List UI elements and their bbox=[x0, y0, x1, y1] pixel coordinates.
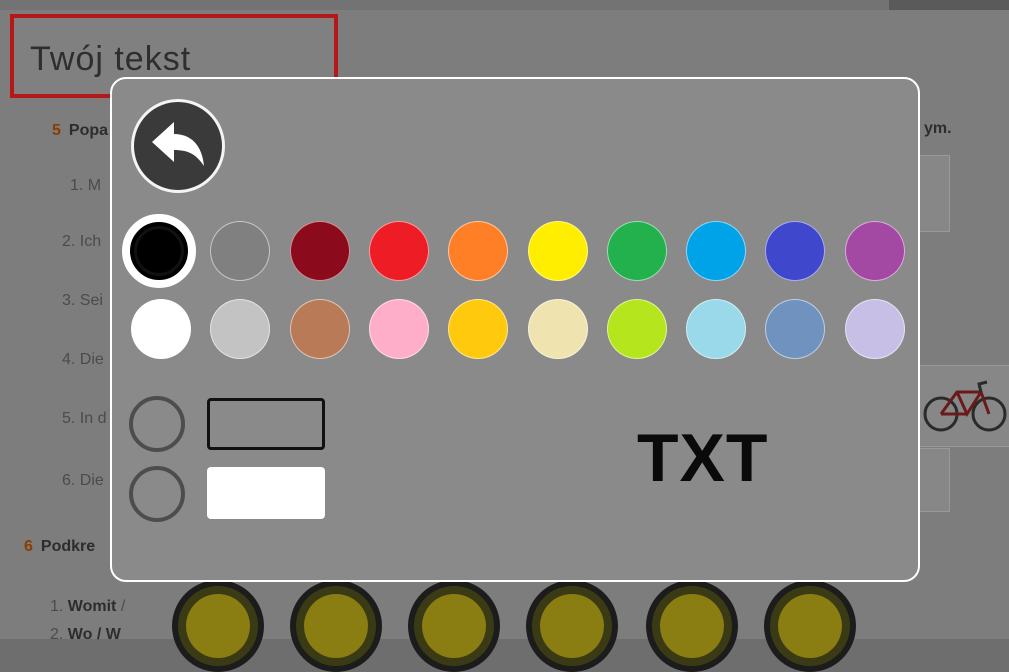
color-swatch[interactable] bbox=[368, 299, 429, 359]
text-style-dialog: TXT bbox=[110, 77, 920, 582]
item-number: 1. bbox=[50, 598, 64, 615]
exercise-item: 1. Womit / bbox=[50, 598, 125, 616]
filled-style-preview[interactable] bbox=[207, 467, 325, 519]
outline-style-preview[interactable] bbox=[207, 398, 325, 450]
color-swatch[interactable] bbox=[289, 299, 350, 359]
color-swatch[interactable] bbox=[527, 221, 588, 281]
color-swatch[interactable] bbox=[368, 221, 429, 281]
color-swatch[interactable] bbox=[765, 299, 826, 359]
picture-frame bbox=[918, 155, 950, 232]
toolbar-back-button[interactable] bbox=[172, 580, 264, 672]
toolbar-minus-button[interactable] bbox=[408, 580, 500, 672]
exercise-number: 6 bbox=[24, 538, 33, 555]
color-swatch[interactable] bbox=[606, 221, 667, 281]
color-swatch[interactable] bbox=[765, 221, 826, 281]
color-swatch[interactable] bbox=[131, 299, 191, 359]
outline-style-radio[interactable] bbox=[129, 396, 185, 452]
bicycle-icon bbox=[923, 380, 1007, 432]
exercise-item: 2. Ich bbox=[62, 233, 102, 250]
item-number: 2. bbox=[50, 626, 64, 643]
exercise-item: 3. Sei bbox=[62, 292, 103, 309]
exercise-number: 5 bbox=[52, 122, 61, 139]
back-arrow-icon bbox=[152, 122, 204, 166]
top-strip bbox=[889, 0, 1009, 10]
item-bold-text: Womit bbox=[67, 598, 117, 615]
exercise-item: 1. M bbox=[70, 177, 102, 194]
filled-style-radio[interactable] bbox=[129, 466, 185, 522]
item-rest-text: / bbox=[116, 598, 126, 615]
right-heading-text: ym. bbox=[924, 120, 952, 137]
item-bold-text: Wo / W bbox=[67, 626, 121, 643]
toolbar-plus-button[interactable] bbox=[526, 580, 618, 672]
toolbar-add-button[interactable] bbox=[290, 580, 382, 672]
color-swatch[interactable] bbox=[844, 221, 905, 281]
color-swatch[interactable] bbox=[448, 221, 509, 281]
toolbar-palette-button[interactable] bbox=[646, 580, 738, 672]
exercise-heading-text: Popa bbox=[68, 122, 109, 139]
back-button[interactable] bbox=[131, 99, 225, 193]
color-swatch[interactable] bbox=[448, 299, 509, 359]
color-swatch[interactable] bbox=[844, 299, 905, 359]
color-swatch[interactable] bbox=[606, 299, 667, 359]
text-preview: TXT bbox=[637, 420, 769, 496]
toolbar-close-button[interactable] bbox=[764, 580, 856, 672]
color-swatch[interactable] bbox=[527, 299, 588, 359]
color-swatch[interactable] bbox=[289, 221, 350, 281]
color-swatch[interactable] bbox=[210, 221, 271, 281]
exercise-item: 4. Die bbox=[62, 351, 104, 368]
exercise-item: 6. Die bbox=[62, 472, 104, 489]
color-swatch[interactable] bbox=[686, 221, 747, 281]
color-swatch[interactable] bbox=[122, 214, 196, 288]
page-title: Twój tekst bbox=[30, 40, 192, 78]
color-swatch[interactable] bbox=[210, 299, 271, 359]
exercise-5-heading: 5 Popa bbox=[52, 122, 108, 140]
exercise-item: 5. In d bbox=[62, 410, 107, 427]
exercise-item: 2. Wo / W bbox=[50, 626, 121, 644]
picture-frame bbox=[918, 448, 950, 512]
bicycle-picture bbox=[918, 365, 1009, 447]
exercise-heading-text: Podkre bbox=[40, 538, 96, 555]
exercise-6-heading: 6 Podkre bbox=[24, 538, 95, 556]
color-swatch[interactable] bbox=[686, 299, 747, 359]
